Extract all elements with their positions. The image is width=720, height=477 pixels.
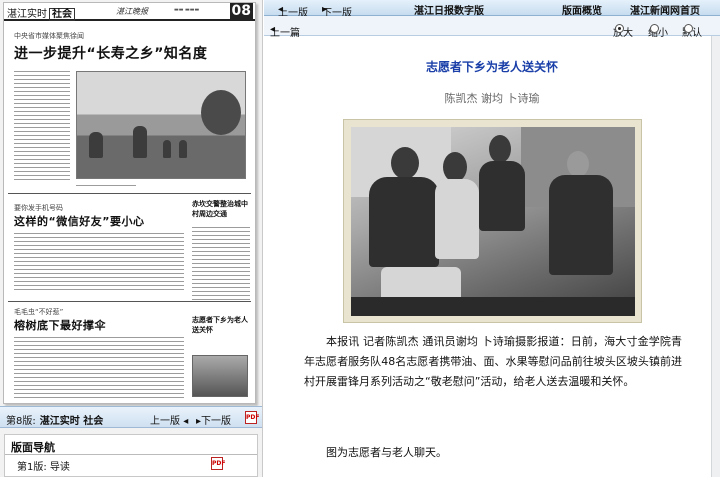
zoom-in-radio[interactable]	[615, 24, 624, 33]
page-number: 08	[229, 3, 253, 19]
scrollbar[interactable]	[711, 36, 720, 477]
sculpture-shape	[133, 126, 147, 158]
side2-headline[interactable]: 志愿者下乡为老人送关怀	[192, 315, 250, 335]
page-label: 第8版:	[6, 416, 36, 427]
divider	[8, 301, 251, 302]
story2-kicker[interactable]: 要你发手机号码	[14, 203, 63, 213]
section-navigation: 版面导航 第1版: 导读 PDF	[4, 434, 258, 477]
next-page-button[interactable]: ▸下一版	[196, 412, 231, 427]
prev-page-button[interactable]: 上一版 ◂	[150, 412, 188, 427]
side1-text-block	[192, 225, 250, 303]
article-title: 志愿者下乡为老人送关怀	[425, 60, 558, 74]
page-overview-link[interactable]: 版面概览	[562, 2, 602, 17]
page-preview-pane: 湛江实时 社会 湛江晚报 ▬▬ ▬▬▬ 08 中央省市媒体聚焦徐闻 进一步提升“长…	[0, 0, 263, 477]
volunteer-body-shape	[479, 161, 525, 231]
pdf-icon[interactable]: PDF	[245, 411, 259, 424]
story1-headline[interactable]: 进一步提升“长寿之乡”知名度	[14, 43, 207, 63]
prev-article-label: 上一篇	[270, 28, 300, 39]
person-head-shape	[443, 152, 467, 182]
article-pane: 上一版 ◂ ▸ 下一版 湛江日报数字版 版面概览 湛江新闻网首页 ◂ 上一篇 放大…	[264, 0, 720, 477]
divider	[8, 193, 251, 194]
app: 湛江实时 社会 湛江晚报 ▬▬ ▬▬▬ 08 中央省市媒体聚焦徐闻 进一步提升“长…	[0, 0, 720, 477]
newspaper-header: 湛江实时 社会 湛江晚报 ▬▬ ▬▬▬ 08	[4, 3, 255, 21]
page-name: 湛江实时 社会	[39, 416, 104, 427]
volunteer-body-shape	[435, 179, 479, 259]
photo-caption-lines	[76, 183, 136, 189]
section-prefix: 湛江实时	[7, 9, 47, 20]
elder-body-shape	[549, 175, 613, 275]
newspaper-page-thumbnail[interactable]: 湛江实时 社会 湛江晚报 ▬▬ ▬▬▬ 08 中央省市媒体聚焦徐闻 进一步提升“长…	[3, 2, 256, 404]
ground-shape	[351, 297, 635, 316]
article-body: 本报讯 记者陈凯杰 通讯员谢均 卜诗瑜摄影报道：日前，海大寸金学院青年志愿者服务…	[304, 335, 682, 388]
person-shape	[179, 140, 187, 158]
triangle-left-icon: ◂	[278, 4, 284, 15]
article-authors: 陈凯杰 谢均 卜诗瑜	[444, 92, 540, 105]
pdf-icon[interactable]: PDF	[211, 457, 225, 470]
story1-kicker[interactable]: 中央省市媒体聚焦徐闻	[14, 31, 84, 41]
page-label-text: 上一版	[150, 416, 180, 427]
person-head-shape	[391, 147, 419, 179]
side1-headline[interactable]: 赤坎交警整治城中村周边交通	[192, 199, 250, 219]
story3-kicker[interactable]: 毛毛虫“不好惹”	[14, 307, 63, 317]
photo-caption: 图为志愿者与老人聊天。	[326, 446, 447, 459]
site-brand-link[interactable]: 湛江日报数字版	[414, 2, 484, 17]
section-name: 社会	[49, 8, 75, 21]
article-toolbar: ◂ 上一篇 放大 缩小 默认	[264, 16, 720, 39]
date-line: ▬▬ ▬▬▬	[174, 7, 200, 13]
news-home-link[interactable]: 湛江新闻网首页	[630, 2, 700, 17]
tree-shape	[201, 90, 241, 135]
page-info-bar: 第8版: 湛江实时 社会 上一版 ◂ ▸下一版 PDF	[0, 406, 262, 428]
story1-photo[interactable]	[76, 71, 246, 179]
section-nav-title: 版面导航	[11, 441, 55, 454]
side2-photo[interactable]	[192, 355, 248, 397]
story1-text-block	[14, 69, 70, 181]
elder-head-shape	[567, 151, 589, 177]
story3-text-block	[14, 335, 184, 401]
sculpture-shape	[89, 132, 103, 158]
nav-item-page-1[interactable]: 第1版: 导读	[17, 458, 70, 473]
person-head-shape	[489, 135, 511, 163]
article-photo[interactable]	[351, 127, 635, 316]
page-label-text: 下一版	[201, 416, 232, 427]
story2-text-block	[14, 231, 184, 293]
person-shape	[163, 140, 171, 158]
story2-headline[interactable]: 这样的“微信好友”要小心	[14, 213, 144, 229]
article-photo-frame	[343, 119, 642, 323]
newspaper-masthead: 湛江晚报	[116, 7, 148, 16]
zoom-default-radio[interactable]	[684, 24, 693, 33]
volunteer-body-shape	[369, 177, 439, 267]
zoom-out-radio[interactable]	[650, 24, 659, 33]
triangle-left-icon: ◂	[183, 416, 189, 427]
top-toolbar: 上一版 ◂ ▸ 下一版 湛江日报数字版 版面概览 湛江新闻网首页	[264, 0, 720, 19]
story3-headline[interactable]: 榕树底下最好撑伞	[14, 317, 106, 333]
divider	[5, 454, 257, 455]
